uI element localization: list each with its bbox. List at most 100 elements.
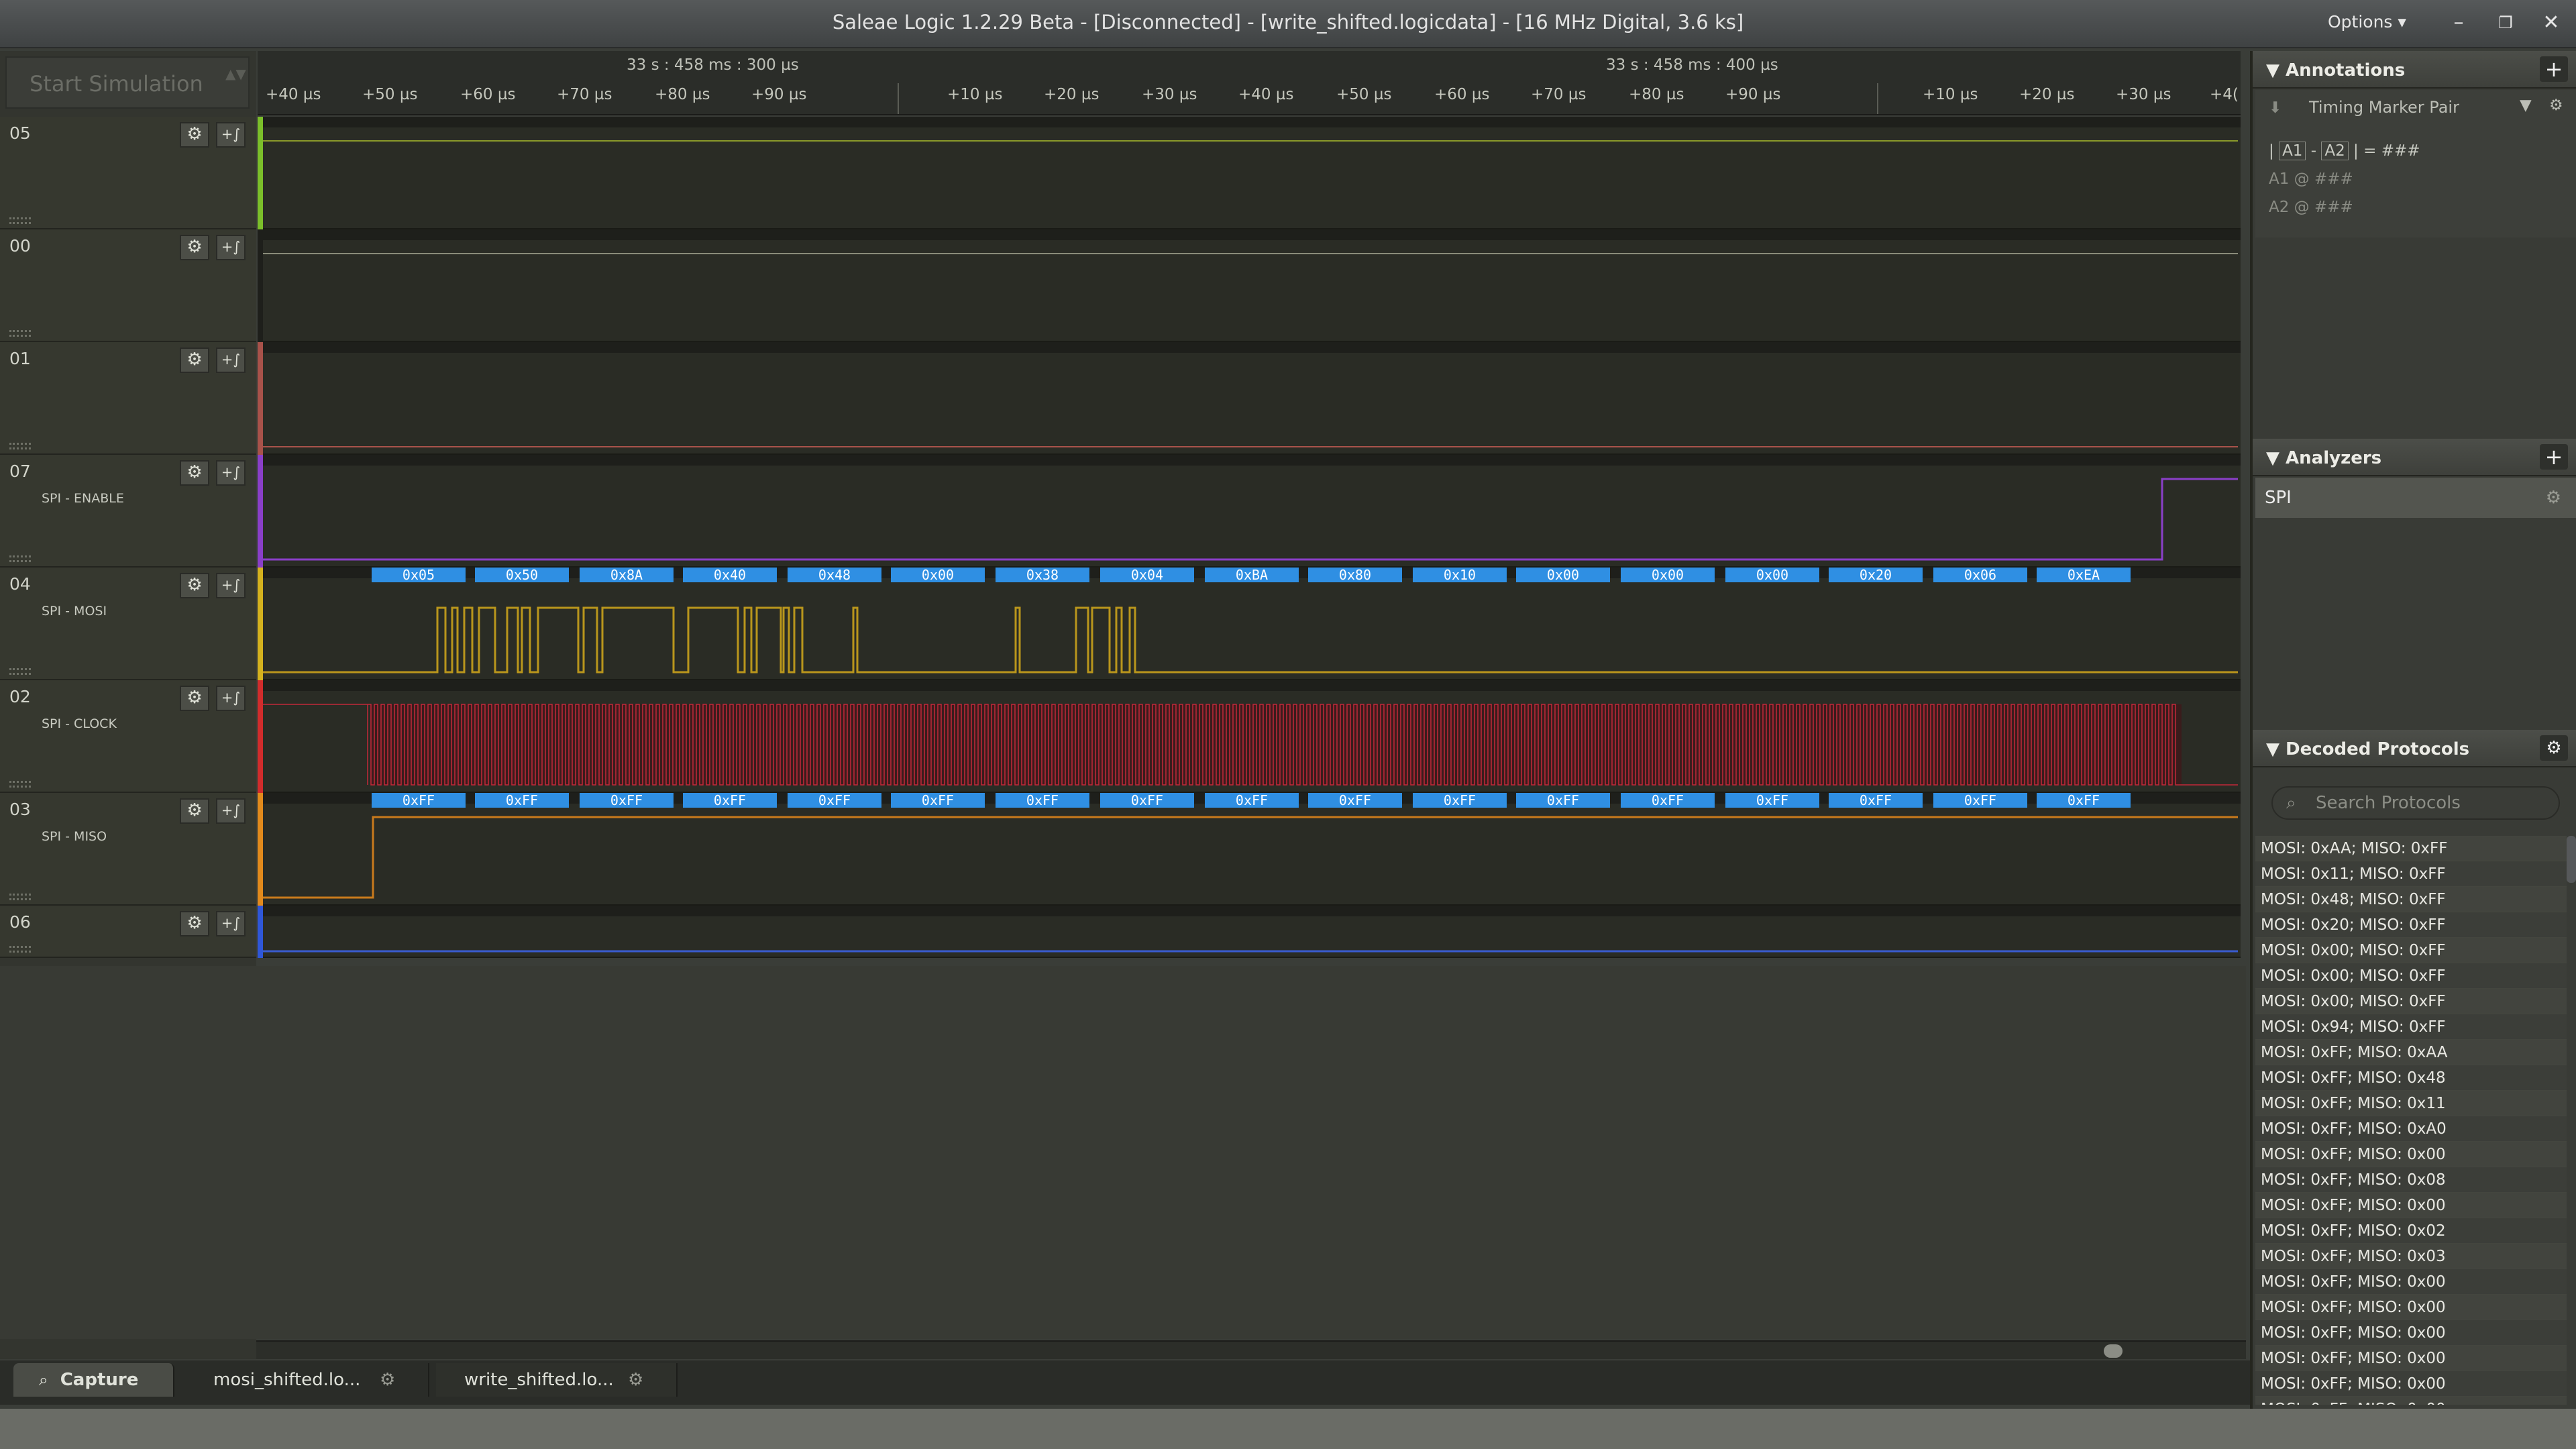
mosi-byte-label[interactable]: 0x38 xyxy=(996,568,1089,582)
gear-icon[interactable]: ⚙ xyxy=(2549,97,2563,114)
miso-byte-label[interactable]: 0xFF xyxy=(1829,793,1923,808)
drag-handle-icon[interactable] xyxy=(9,668,31,675)
trigger-icon[interactable]: +∫ xyxy=(216,573,246,598)
gear-icon[interactable]: ⚙ xyxy=(180,798,209,824)
miso-byte-label[interactable]: 0xFF xyxy=(788,793,881,808)
channel-row-04[interactable]: 04 SPI - MOSI ⚙ +∫ xyxy=(0,568,256,680)
trigger-icon[interactable]: +∫ xyxy=(216,122,246,148)
search-protocols-input[interactable]: ⌕ Search Protocols xyxy=(2271,786,2560,820)
trigger-icon[interactable]: +∫ xyxy=(216,911,246,936)
scroll-thumb[interactable] xyxy=(2104,1344,2123,1358)
mosi-byte-label[interactable]: 0xEA xyxy=(2037,568,2131,582)
protocol-list-scrollbar[interactable] xyxy=(2567,836,2576,883)
decoded-protocol-item[interactable]: MOSI: 0xFF; MISO: 0xAA xyxy=(2255,1040,2567,1065)
decoded-protocol-item[interactable]: MOSI: 0x20; MISO: 0xFF xyxy=(2255,912,2567,938)
mosi-byte-label[interactable]: 0x48 xyxy=(788,568,881,582)
marker-pair-label[interactable]: Timing Marker Pair xyxy=(2309,98,2459,117)
analyzers-header[interactable]: ▼ Analyzers + xyxy=(2253,439,2576,476)
gear-icon[interactable]: ⚙ xyxy=(180,573,209,598)
decoded-protocol-item[interactable]: MOSI: 0x00; MISO: 0xFF xyxy=(2255,938,2567,963)
close-button[interactable]: ✕ xyxy=(2536,8,2567,38)
channel-row-00[interactable]: 00 ⚙ +∫ xyxy=(0,229,256,342)
miso-byte-label[interactable]: 0xFF xyxy=(1308,793,1402,808)
gear-icon[interactable]: ⚙ xyxy=(380,1363,395,1397)
trigger-icon[interactable]: +∫ xyxy=(216,235,246,260)
channel-row-01[interactable]: 01 ⚙ +∫ xyxy=(0,342,256,455)
drag-handle-icon[interactable] xyxy=(9,946,31,953)
channel-row-06[interactable]: 06 ⚙ +∫ xyxy=(0,906,256,958)
tab-capture[interactable]: ⌕ Capture xyxy=(13,1363,174,1397)
miso-byte-label[interactable]: 0xFF xyxy=(1933,793,2027,808)
decoded-protocol-item[interactable]: MOSI: 0xFF; MISO: 0x48 xyxy=(2255,1065,2567,1091)
miso-byte-label[interactable]: 0xFF xyxy=(1516,793,1610,808)
drag-handle-icon[interactable] xyxy=(9,217,31,224)
channel-row-05[interactable]: 05 ⚙ +∫ xyxy=(0,117,256,229)
spinner-arrows-icon[interactable]: ▲▼ xyxy=(225,66,246,101)
horizontal-scrollbar[interactable] xyxy=(256,1340,2246,1359)
decoded-protocol-item[interactable]: MOSI: 0x11; MISO: 0xFF xyxy=(2255,861,2567,887)
decoded-protocol-item[interactable]: MOSI: 0xFF; MISO: 0x08 xyxy=(2255,1167,2567,1193)
decoded-protocol-item[interactable]: MOSI: 0xFF; MISO: 0x11 xyxy=(2255,1091,2567,1116)
gear-icon[interactable]: ⚙ xyxy=(2546,478,2561,518)
decoded-protocol-item[interactable]: MOSI: 0xFF; MISO: 0x00 xyxy=(2255,1371,2567,1397)
decoded-protocol-item[interactable]: MOSI: 0x94; MISO: 0xFF xyxy=(2255,1014,2567,1040)
tab-write-shifted[interactable]: write_shifted.lo... ⚙ xyxy=(436,1363,678,1397)
mosi-byte-label[interactable]: 0x8A xyxy=(580,568,674,582)
tab-mosi-shifted[interactable]: mosi_shifted.lo... ⚙ xyxy=(181,1363,429,1397)
decoded-protocol-item[interactable]: MOSI: 0xFF; MISO: 0x00 xyxy=(2255,1397,2567,1405)
timeline-header[interactable]: 33 s : 458 ms : 300 µs 33 s : 458 ms : 40… xyxy=(258,51,2241,115)
decoded-protocol-item[interactable]: MOSI: 0x00; MISO: 0xFF xyxy=(2255,989,2567,1014)
channel-row-02[interactable]: 02 SPI - CLOCK ⚙ +∫ xyxy=(0,680,256,793)
miso-byte-label[interactable]: 0xFF xyxy=(891,793,985,808)
miso-byte-label[interactable]: 0xFF xyxy=(1205,793,1299,808)
drag-handle-icon[interactable] xyxy=(9,330,31,337)
mosi-byte-label[interactable]: 0x80 xyxy=(1308,568,1402,582)
add-analyzer-button[interactable]: + xyxy=(2540,444,2568,470)
gear-icon[interactable]: ⚙ xyxy=(180,686,209,711)
decoded-protocol-item[interactable]: MOSI: 0x48; MISO: 0xFF xyxy=(2255,887,2567,912)
marker-dropdown-icon[interactable]: ▼ xyxy=(2520,97,2532,114)
drag-handle-icon[interactable] xyxy=(9,443,31,449)
gear-icon[interactable]: ⚙ xyxy=(180,460,209,486)
channel-row-03[interactable]: 03 SPI - MISO ⚙ +∫ xyxy=(0,793,256,906)
start-simulation-button[interactable]: Start Simulation ▲▼ xyxy=(5,56,250,109)
decoded-protocol-item[interactable]: MOSI: 0xFF; MISO: 0xA0 xyxy=(2255,1116,2567,1142)
mosi-byte-label[interactable]: 0xBA xyxy=(1205,568,1299,582)
miso-byte-label[interactable]: 0xFF xyxy=(1413,793,1507,808)
trigger-icon[interactable]: +∫ xyxy=(216,460,246,486)
annotations-header[interactable]: ▼ Annotations + xyxy=(2253,51,2576,89)
decoded-protocol-item[interactable]: MOSI: 0xFF; MISO: 0x00 xyxy=(2255,1269,2567,1295)
miso-byte-label[interactable]: 0xFF xyxy=(683,793,777,808)
decoded-protocol-item[interactable]: MOSI: 0xFF; MISO: 0x02 xyxy=(2255,1218,2567,1244)
decoded-protocol-item[interactable]: MOSI: 0xFF; MISO: 0x00 xyxy=(2255,1142,2567,1167)
decoded-protocol-item[interactable]: MOSI: 0xAA; MISO: 0xFF xyxy=(2255,836,2567,861)
drag-handle-icon[interactable] xyxy=(9,555,31,562)
decoded-protocol-item[interactable]: MOSI: 0xFF; MISO: 0x00 xyxy=(2255,1320,2567,1346)
trigger-icon[interactable]: +∫ xyxy=(216,798,246,824)
gear-icon[interactable]: ⚙ xyxy=(180,122,209,148)
trigger-icon[interactable]: +∫ xyxy=(216,686,246,711)
decoded-protocols-header[interactable]: ▼ Decoded Protocols ⚙ xyxy=(2253,730,2576,767)
miso-byte-label[interactable]: 0xFF xyxy=(1621,793,1715,808)
gear-icon[interactable]: ⚙ xyxy=(2540,735,2568,761)
decoded-protocol-item[interactable]: MOSI: 0xFF; MISO: 0x00 xyxy=(2255,1193,2567,1218)
decoded-protocol-item[interactable]: MOSI: 0xFF; MISO: 0x00 xyxy=(2255,1346,2567,1371)
minimize-button[interactable]: – xyxy=(2443,8,2474,38)
channel-row-07[interactable]: 07 SPI - ENABLE ⚙ +∫ xyxy=(0,455,256,568)
miso-byte-label[interactable]: 0xFF xyxy=(372,793,466,808)
gear-icon[interactable]: ⚙ xyxy=(628,1363,643,1397)
mosi-byte-label[interactable]: 0x00 xyxy=(1725,568,1819,582)
miso-byte-label[interactable]: 0xFF xyxy=(2037,793,2131,808)
gear-icon[interactable]: ⚙ xyxy=(180,347,209,373)
decoded-protocol-list[interactable]: MOSI: 0xAA; MISO: 0xFF MOSI: 0x11; MISO: … xyxy=(2255,836,2567,1405)
decoded-protocol-item[interactable]: MOSI: 0xFF; MISO: 0x03 xyxy=(2255,1244,2567,1269)
miso-byte-label[interactable]: 0xFF xyxy=(1100,793,1194,808)
drag-handle-icon[interactable] xyxy=(9,894,31,900)
miso-byte-label[interactable]: 0xFF xyxy=(1725,793,1819,808)
gear-icon[interactable]: ⚙ xyxy=(180,911,209,936)
mosi-byte-label[interactable]: 0x00 xyxy=(891,568,985,582)
miso-byte-label[interactable]: 0xFF xyxy=(580,793,674,808)
mosi-byte-label[interactable]: 0x04 xyxy=(1100,568,1194,582)
analyzer-item-spi[interactable]: SPI ⚙ xyxy=(2255,478,2576,518)
mosi-byte-label[interactable]: 0x00 xyxy=(1516,568,1610,582)
